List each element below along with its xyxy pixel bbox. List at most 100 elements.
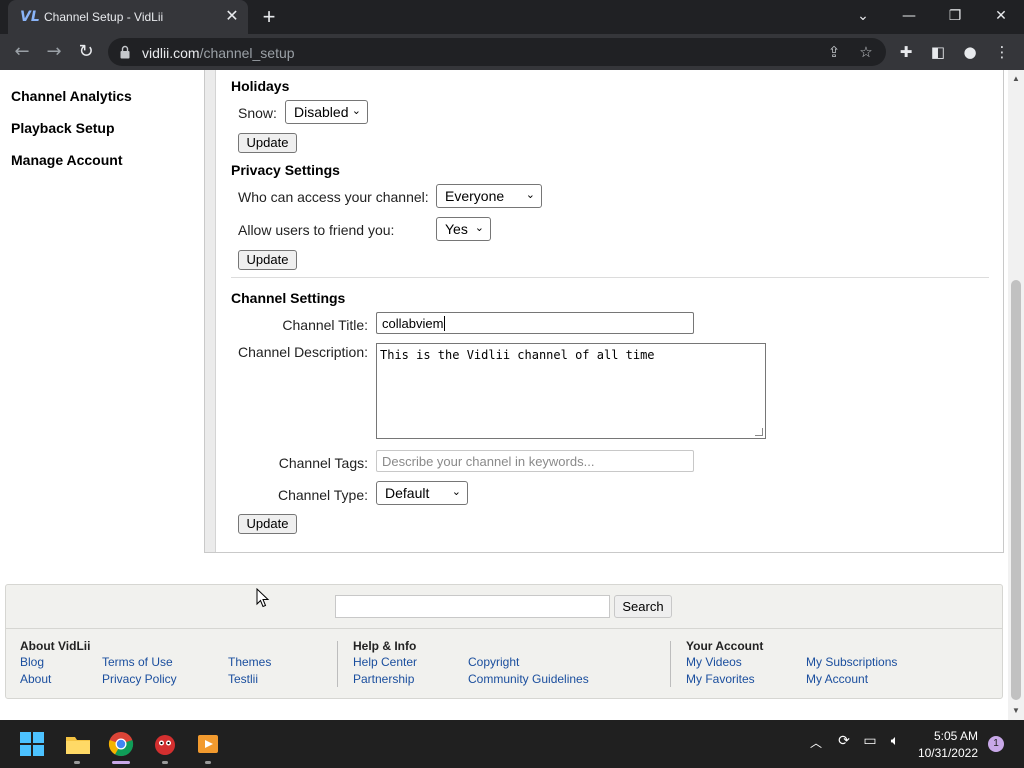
channel-type-select[interactable]: Default ⌄ [376,481,468,505]
extensions-puzzle-icon[interactable]: ✚ [896,42,916,62]
show-hidden-icons-chevron-icon[interactable]: ︿ [810,734,822,751]
footer-link-privacy[interactable]: Privacy Policy [102,672,177,686]
sidebar-item-playback-setup[interactable]: Playback Setup [11,120,115,136]
privacy-update-button[interactable]: Update [238,250,297,270]
page-viewport: Channel Analytics Playback Setup Manage … [0,70,1008,720]
site-footer: Search About VidLii Blog Terms of Use Th… [5,584,1003,699]
mouse-cursor-icon [256,588,270,608]
footer-link-blog[interactable]: Blog [20,655,44,669]
channel-update-button[interactable]: Update [238,514,297,534]
red-mascot-app-icon[interactable] [151,730,179,758]
privacy-settings-title: Privacy Settings [231,162,340,178]
browser-title-bar: VL Channel Setup - VidLii ✕ + ⌄ — ❐ ✕ [0,0,1024,34]
footer-divider [6,628,1002,629]
snow-label: Snow: [238,105,277,121]
friend-select[interactable]: Yes ⌄ [436,217,491,241]
sync-status-icon[interactable]: ⟳ [834,733,854,753]
friend-label: Allow users to friend you: [238,222,395,238]
sidebar-item-channel-analytics[interactable]: Channel Analytics [11,88,132,104]
channel-description-textarea[interactable]: This is the Vidlii channel of all time [376,343,766,439]
channel-access-label: Who can access your channel: [238,189,429,205]
footer-link-about[interactable]: About [20,672,51,686]
footer-link-my-account[interactable]: My Account [806,672,868,686]
footer-link-terms[interactable]: Terms of Use [102,655,173,669]
sidebar-item-manage-account[interactable]: Manage Account [11,152,123,168]
reload-icon[interactable]: ↻ [74,40,98,64]
scrollbar-thumb[interactable] [1011,280,1021,700]
settings-sidebar: Channel Analytics Playback Setup Manage … [0,70,204,553]
running-indicator [74,761,80,764]
address-bar[interactable]: vidlii.com/channel_setup ⇪ ☆ [108,38,886,66]
resize-grip-icon[interactable] [755,428,763,436]
snow-select[interactable]: Disabled ⌄ [285,100,368,124]
minimize-button[interactable]: — [886,0,932,34]
chevron-down-icon: ⌄ [474,221,484,234]
footer-link-my-videos[interactable]: My Videos [686,655,742,669]
footer-heading-about: About VidLii [20,639,91,653]
footer-heading-help: Help & Info [353,639,417,653]
holidays-update-button[interactable]: Update [238,133,297,153]
channel-description-label: Channel Description: [238,344,368,360]
windows-taskbar: ︿ ⟳ ▭ 🔈︎ 5:05 AM 10/31/2022 [0,720,1024,768]
vidlii-favicon-icon: VL [20,9,40,25]
chevron-down-icon: ⌄ [451,485,461,498]
running-indicator [162,761,168,764]
footer-separator [337,641,338,687]
menu-kebab-icon[interactable]: ⋮ [992,42,1012,62]
scroll-up-arrow-icon[interactable]: ▲ [1012,74,1020,83]
windows-start-icon[interactable] [20,732,44,756]
chevron-down-icon: ⌄ [351,104,361,117]
window-close-button[interactable]: ✕ [978,0,1024,34]
profile-icon[interactable]: ● [960,42,980,62]
chrome-icon[interactable] [107,730,135,758]
active-app-indicator [112,761,130,764]
page-scrollbar[interactable]: ▲ ▼ [1008,70,1024,720]
tab-close-icon[interactable]: ✕ [222,7,242,27]
footer-link-partnership[interactable]: Partnership [353,672,414,686]
forward-arrow-icon[interactable]: → [42,40,66,64]
footer-link-copyright[interactable]: Copyright [468,655,519,669]
lock-icon [120,45,130,59]
footer-heading-account: Your Account [686,639,764,653]
volume-icon[interactable]: 🔈︎ [885,733,905,753]
footer-link-my-favorites[interactable]: My Favorites [686,672,755,686]
new-tab-button[interactable]: + [258,6,280,28]
bookmark-star-icon[interactable]: ☆ [856,42,876,62]
footer-link-my-subscriptions[interactable]: My Subscriptions [806,655,897,669]
channel-type-label: Channel Type: [277,487,368,503]
url-text: vidlii.com/channel_setup [142,45,295,61]
footer-link-help-center[interactable]: Help Center [353,655,417,669]
channel-settings-title: Channel Settings [231,290,346,306]
file-explorer-icon[interactable] [64,730,92,758]
media-player-icon[interactable] [194,730,222,758]
browser-tab[interactable]: VL Channel Setup - VidLii ✕ [8,0,248,34]
clock-date[interactable]: 10/31/2022 [904,746,978,760]
scroll-down-arrow-icon[interactable]: ▼ [1012,706,1020,715]
chevron-down-icon: ⌄ [525,188,535,201]
footer-search-button[interactable]: Search [614,595,672,618]
tab-search-chevron-icon[interactable]: ⌄ [840,0,886,34]
channel-tags-label: Channel Tags: [278,455,368,471]
settings-panel: Holidays Snow: Disabled ⌄ Update Privacy … [204,70,1004,553]
footer-search-input[interactable] [335,595,610,618]
channel-title-input[interactable]: collabviem [376,312,694,334]
section-divider [231,277,989,278]
share-icon[interactable]: ⇪ [824,42,844,62]
channel-title-label: Channel Title: [282,317,368,333]
footer-link-community-guidelines[interactable]: Community Guidelines [468,672,589,686]
running-indicator [205,761,211,764]
tab-title: Channel Setup - VidLii [44,10,164,24]
side-panel-icon[interactable]: ◧ [928,42,948,62]
network-icon[interactable]: ▭ [860,733,880,753]
footer-link-testlii[interactable]: Testlii [228,672,258,686]
back-arrow-icon[interactable]: ← [10,40,34,64]
holidays-title: Holidays [231,78,290,94]
footer-separator [670,641,671,687]
notification-badge[interactable]: 1 [988,736,1004,752]
footer-link-themes[interactable]: Themes [228,655,271,669]
browser-toolbar: ← → ↻ vidlii.com/channel_setup ⇪ ☆ ✚ ◧ ●… [0,34,1024,70]
clock-time[interactable]: 5:05 AM [914,729,978,743]
restore-button[interactable]: ❐ [932,0,978,34]
channel-access-select[interactable]: Everyone ⌄ [436,184,542,208]
channel-tags-input[interactable]: Describe your channel in keywords... [376,450,694,472]
